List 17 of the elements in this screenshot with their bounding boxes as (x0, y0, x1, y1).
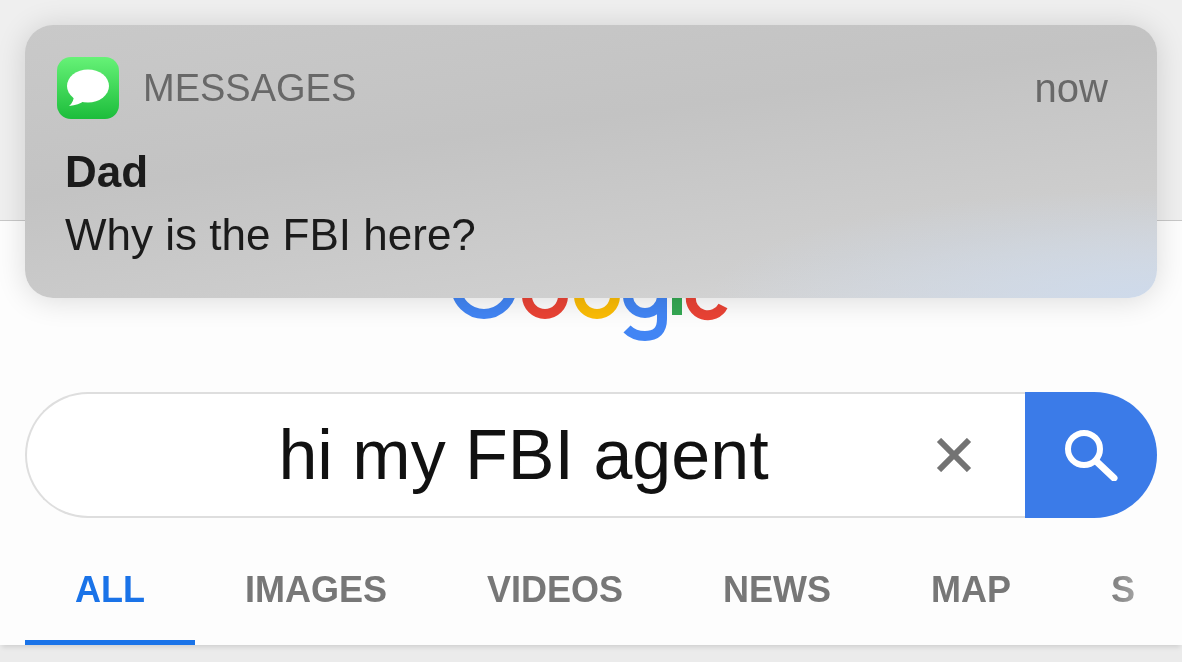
search-button[interactable] (1025, 392, 1157, 518)
search-tab[interactable]: VIDEOS (437, 540, 674, 645)
sender-name: Dad (65, 147, 149, 197)
search-tab[interactable]: S (1061, 540, 1182, 645)
message-text: Why is the FBI here? (65, 210, 476, 260)
clear-button[interactable] (936, 438, 972, 472)
search-icon (1064, 429, 1118, 481)
search-tab[interactable]: NEWS (673, 540, 882, 645)
search-field[interactable]: hi my FBI agent (25, 392, 1025, 518)
close-icon (936, 438, 972, 472)
notification-time: now (1034, 65, 1108, 111)
app-name: MESSAGES (143, 66, 357, 110)
search-tab[interactable]: ALL (25, 540, 195, 645)
speech-bubble-icon (57, 57, 119, 119)
search-tab[interactable]: MAP (881, 540, 1062, 645)
notification-card[interactable]: MESSAGES now Dad Why is the FBI here? (25, 25, 1157, 298)
search-tab[interactable]: IMAGES (195, 540, 437, 645)
